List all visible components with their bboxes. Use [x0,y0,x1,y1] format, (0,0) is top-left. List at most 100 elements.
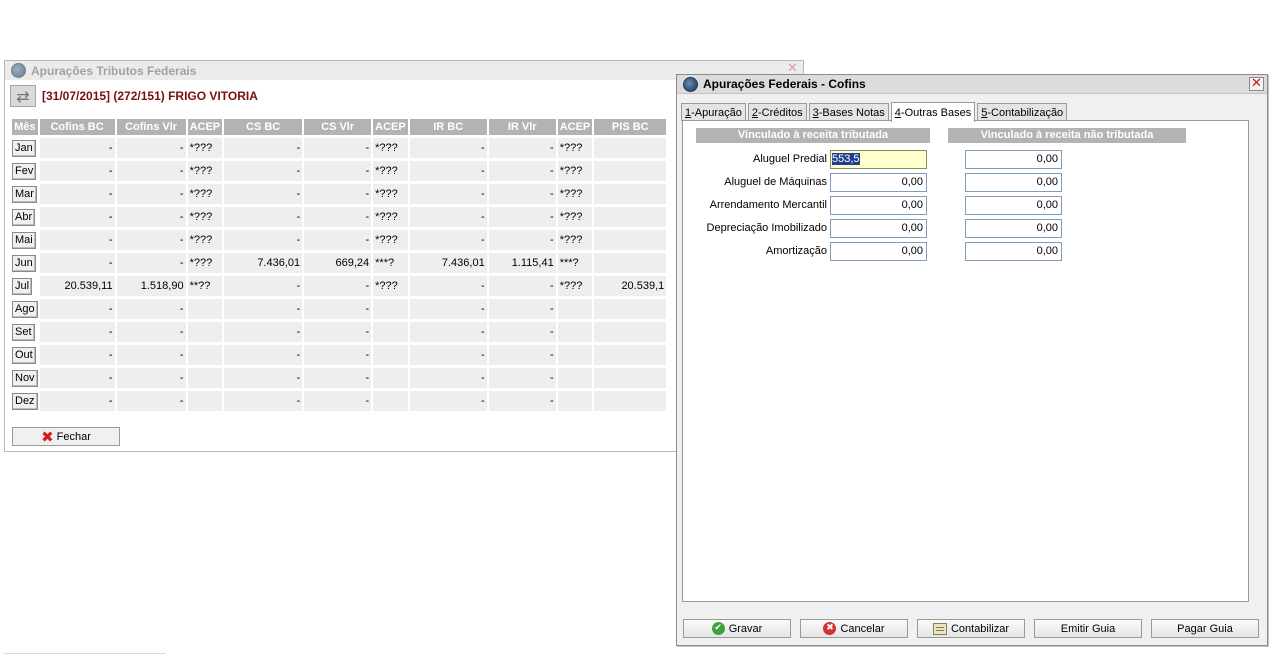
column-header[interactable]: Cofins BC [39,119,115,135]
table-cell: - [116,322,186,342]
swap-arrows-icon[interactable]: ⇄ [10,85,36,107]
column-header[interactable]: CS BC [224,119,303,135]
table-cell: - [116,391,186,411]
column-header[interactable]: IR BC [409,119,487,135]
month-button[interactable]: Jan [12,139,36,157]
close-icon[interactable]: ✕ [1249,77,1264,91]
contabilizar-button[interactable]: Contabilizar [917,619,1025,638]
column-header[interactable]: Mês [12,119,38,135]
cancelar-button[interactable]: ✖ Cancelar [800,619,908,638]
month-button[interactable]: Abr [12,208,36,226]
table-cell: - [39,391,115,411]
tributada-input[interactable]: 553,5 [830,150,927,169]
table-cell: - [304,138,372,158]
tributada-input[interactable]: 0,00 [830,196,927,215]
tab-cr-ditos[interactable]: 2 -Créditos [747,103,807,121]
table-cell: 20.539,11 [39,276,115,296]
table-cell: - [304,391,372,411]
tributada-input[interactable]: 0,00 [830,242,927,261]
column-header[interactable]: ACEP [187,119,223,135]
month-button[interactable]: Out [12,346,36,364]
month-cell: Abr [12,207,38,227]
column-header[interactable]: PIS BC [594,119,667,135]
column-header[interactable]: ACEP [373,119,408,135]
month-button[interactable]: Mar [12,185,37,203]
table-cell: *??? [373,276,408,296]
gravar-button[interactable]: ✔ Gravar [683,619,791,638]
table-cell [557,368,593,388]
table-cell: - [39,207,115,227]
table-cell [187,345,223,365]
month-button[interactable]: Fev [12,162,37,180]
table-row: Dez - - - - - - [12,391,667,411]
table-row: Mai - - *??? - - *??? - - *??? [12,230,667,250]
nao-tributada-input[interactable]: 0,00 [965,219,1062,238]
column-header[interactable]: ACEP [557,119,593,135]
table-cell: - [39,322,115,342]
table-cell: 7.436,01 [409,253,487,273]
table-cell: - [409,322,487,342]
table-cell: - [116,345,186,365]
nao-tributada-input[interactable]: 0,00 [965,150,1062,169]
table-cell: - [116,253,186,273]
table-cell [594,368,667,388]
month-button[interactable]: Set [12,323,35,341]
column-header[interactable]: IR Vlr [488,119,556,135]
month-button[interactable]: Jun [12,254,36,272]
month-cell: Jun [12,253,38,273]
table-cell [594,253,667,273]
tab-apura-o[interactable]: 1 -Apuração [681,103,746,121]
table-cell: ***? [373,253,408,273]
table-row: Jul 20.539,11 1.518,90 **?? - - *??? - - *??? 20.5… [12,276,667,296]
table-cell: - [304,345,372,365]
table-cell [373,299,408,319]
tributada-input[interactable]: 0,00 [830,219,927,238]
table-cell: *??? [373,207,408,227]
apuracoes-cofins-titlebar[interactable]: Apurações Federais - Cofins ✕ [677,75,1267,94]
tributada-input[interactable]: 0,00 [830,173,927,192]
table-cell [594,161,667,181]
table-cell: - [39,138,115,158]
table-cell: *??? [373,138,408,158]
emitir-guia-label: Emitir Guia [1060,622,1116,635]
section-header-tributada: Vinculado à receita tributada [696,128,930,143]
table-cell: 7.436,01 [224,253,303,273]
company-line: [31/07/2015] (272/151) FRIGO VITORIA [42,89,258,103]
table-cell [187,299,223,319]
table-cell: *??? [373,230,408,250]
month-button[interactable]: Dez [12,392,38,410]
tab-bases-notas[interactable]: 3 -Bases Notas [808,103,889,121]
pagar-guia-button[interactable]: Pagar Guia [1151,619,1259,638]
month-button[interactable]: Nov [12,369,38,387]
outras-bases-panel: Vinculado à receita tributada Vinculado … [682,120,1249,602]
month-button[interactable]: Mai [12,231,36,249]
table-cell: - [116,368,186,388]
table-cell: *??? [557,138,593,158]
month-button[interactable]: Jul [12,277,33,295]
table-cell: - [488,299,556,319]
table-cell [373,391,408,411]
column-header[interactable]: CS Vlr [304,119,372,135]
tab-contabiliza-o[interactable]: 5 -Contabilização [977,103,1068,121]
table-cell [594,345,667,365]
emitir-guia-button[interactable]: Emitir Guia [1034,619,1142,638]
table-cell: *??? [557,276,593,296]
fechar-button[interactable]: ✖ Fechar [12,427,120,446]
window-title: Apurações Tributos Federais [31,63,197,78]
nao-tributada-input[interactable]: 0,00 [965,196,1062,215]
nao-tributada-input[interactable]: 0,00 [965,173,1062,192]
table-cell: - [488,138,556,158]
tab-outras-bases[interactable]: 4 -Outras Bases [890,102,976,122]
table-cell [373,322,408,342]
month-cell: Mai [12,230,38,250]
table-cell: *??? [557,207,593,227]
column-header[interactable]: Cofins Vlr [116,119,186,135]
nao-tributada-input[interactable]: 0,00 [965,242,1062,261]
table-cell: ***? [557,253,593,273]
table-row: Ago - - - - - - [12,299,667,319]
table-cell [594,184,667,204]
selected-text: 553,5 [832,153,860,165]
table-cell [557,299,593,319]
table-cell: - [116,184,186,204]
month-button[interactable]: Ago [12,300,38,318]
